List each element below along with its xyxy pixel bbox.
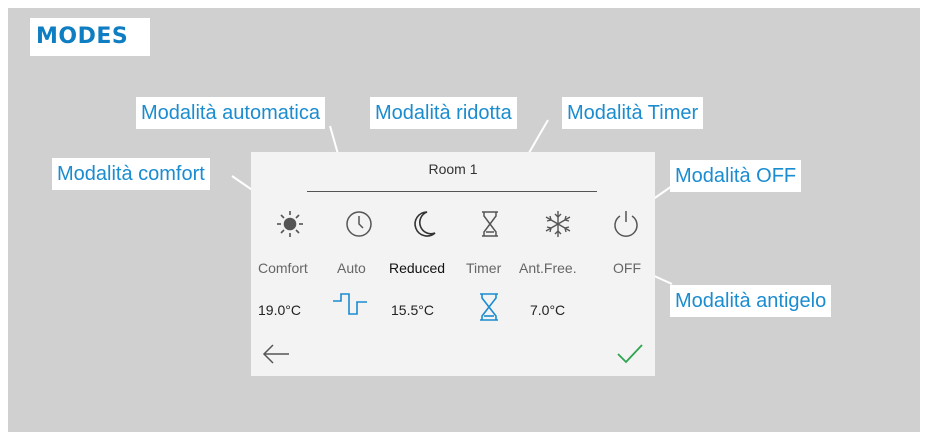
back-arrow-icon[interactable] (261, 342, 291, 366)
thermostat-screen: Room 1 Comfort Auto Reduced Timer Ant.Fr… (251, 152, 655, 376)
power-icon[interactable] (609, 208, 643, 240)
room-divider (307, 191, 597, 192)
callout-reduced: Modalità ridotta (370, 97, 517, 129)
callout-antifreeze: Modalità antigelo (670, 285, 832, 317)
snowflake-icon[interactable] (541, 208, 575, 240)
clock-icon[interactable] (342, 208, 376, 240)
mode-label-antifreeze[interactable]: Ant.Free. (519, 260, 577, 276)
callout-auto: Modalità automatica (136, 97, 325, 129)
section-title-box: MODES (30, 18, 150, 56)
timer-indicator-icon (476, 292, 502, 322)
hourglass-icon[interactable] (473, 208, 507, 240)
temp-reduced: 15.5°C (391, 302, 434, 318)
checkmark-icon[interactable] (615, 342, 645, 366)
mode-label-reduced[interactable]: Reduced (389, 260, 445, 276)
mode-label-timer[interactable]: Timer (466, 260, 501, 276)
mode-label-comfort[interactable]: Comfort (258, 260, 308, 276)
mode-label-auto[interactable]: Auto (337, 260, 366, 276)
temp-comfort: 19.0°C (258, 302, 301, 318)
sun-icon[interactable] (273, 208, 307, 240)
schedule-wave-icon (331, 292, 373, 320)
temp-antifreeze: 7.0°C (530, 302, 566, 318)
moon-icon[interactable] (407, 208, 441, 240)
room-title: Room 1 (428, 161, 478, 177)
section-title: MODES (36, 24, 129, 49)
mode-label-off[interactable]: OFF (613, 260, 641, 276)
callout-off: Modalità OFF (670, 160, 802, 192)
callout-timer: Modalità Timer (562, 97, 704, 129)
callout-comfort: Modalità comfort (52, 158, 210, 190)
